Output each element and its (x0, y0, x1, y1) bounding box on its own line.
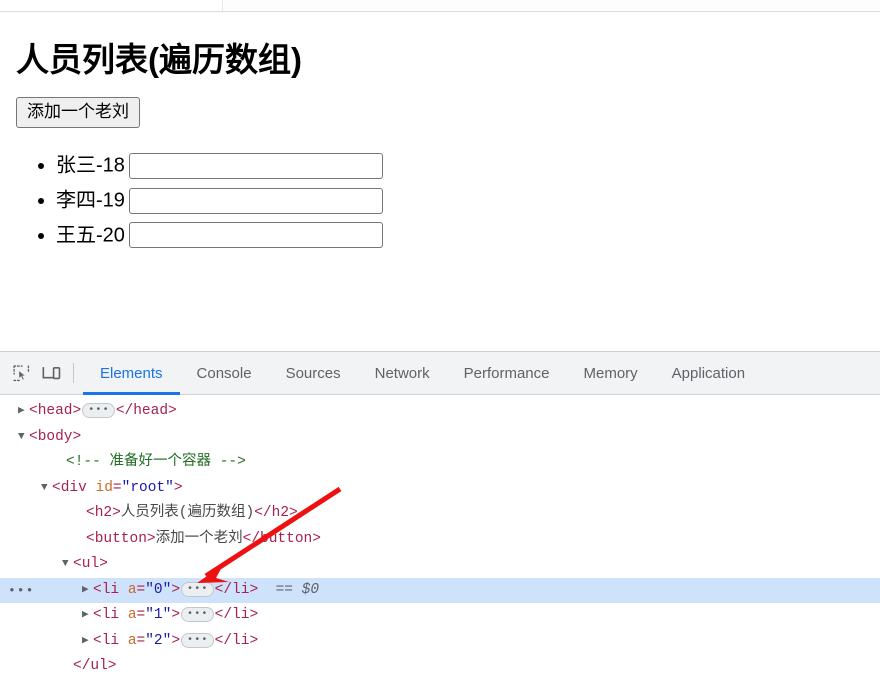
tab-memory[interactable]: Memory (567, 352, 655, 395)
dom-li-attr-value: "0" (145, 581, 172, 598)
dom-li-attr-value: "1" (145, 607, 172, 623)
dom-li-close: </li> (214, 581, 259, 598)
list-item: 张三-18 (56, 148, 872, 183)
dom-li-close: </li> (214, 607, 259, 623)
dom-body-open: <body> (29, 428, 82, 445)
dom-li-attr-name: a (127, 581, 137, 598)
dom-li-attr-name: a (127, 607, 137, 623)
dom-row-ul-open[interactable]: <ul> (0, 552, 880, 578)
tab-elements[interactable]: Elements (83, 352, 180, 395)
collapse-triangle-icon[interactable] (62, 552, 73, 578)
tab-console[interactable]: Console (180, 352, 269, 395)
tab-sources[interactable]: Sources (269, 352, 358, 395)
dom-row-li-0[interactable]: •••<li a="0">•••</li> == $0 (0, 577, 880, 604)
dom-li-attr-name: a (127, 632, 137, 649)
browser-tab-strip (222, 0, 880, 11)
dom-li-gt: > (171, 607, 181, 623)
collapsed-children-badge[interactable]: ••• (181, 581, 214, 597)
page-viewport: 人员列表(遍历数组) 添加一个老刘 张三-18 李四-19 王五-20 (0, 13, 880, 351)
list-item: 李四-19 (56, 183, 872, 218)
dom-button-open: <button> (86, 530, 156, 547)
expand-triangle-icon[interactable] (18, 399, 29, 425)
device-toolbar-glyph (42, 366, 60, 379)
inspect-element-icon[interactable] (6, 358, 36, 388)
list-item-label: 张三-18 (56, 155, 125, 178)
dom-row-head[interactable]: <head>•••</head> (0, 399, 880, 425)
tab-performance[interactable]: Performance (447, 352, 567, 395)
dom-row-h2[interactable]: <h2>人员列表(遍历数组)</h2> (0, 501, 880, 527)
dom-ul-open: <ul> (73, 556, 108, 572)
dom-button-text: 添加一个老刘 (155, 530, 243, 547)
list-item: 王五-20 (56, 218, 872, 253)
dom-comment: <!-- 准备好一个容器 --> (66, 454, 246, 470)
collapse-triangle-icon[interactable] (18, 425, 29, 451)
dom-div-attr-name: id (95, 479, 113, 496)
dom-h2-text: 人员列表(遍历数组) (120, 505, 255, 521)
selected-node-marker: == $0 (275, 581, 320, 598)
tab-network[interactable]: Network (358, 352, 447, 395)
dom-div-gt: > (173, 479, 183, 496)
collapse-triangle-icon[interactable] (41, 476, 52, 502)
toolbar-divider (73, 363, 74, 383)
devtools-toolbar: Elements Console Sources Network Perform… (0, 352, 880, 395)
expand-triangle-icon[interactable] (82, 603, 93, 629)
list-item-label: 王五-20 (56, 224, 125, 247)
collapsed-children-badge[interactable]: ••• (82, 403, 115, 418)
dom-row-div-root[interactable]: <div id="root"> (0, 476, 880, 502)
tab-application[interactable]: Application (655, 352, 762, 395)
devtools-tab-bar: Elements Console Sources Network Perform… (83, 352, 762, 395)
list-item-input[interactable] (128, 153, 383, 180)
dom-h2-close: </h2> (254, 505, 298, 521)
page-root-container: 人员列表(遍历数组) 添加一个老刘 张三-18 李四-19 王五-20 (0, 13, 880, 252)
dom-li-close: </li> (214, 632, 259, 649)
collapsed-children-badge[interactable]: ••• (181, 607, 214, 622)
row-overflow-dots[interactable]: ••• (8, 578, 34, 604)
dom-head-open: <head> (29, 403, 82, 419)
list-item-input[interactable] (128, 187, 383, 214)
collapsed-children-badge[interactable]: ••• (181, 632, 214, 648)
dom-row-button[interactable]: <button>添加一个老刘</button> (0, 527, 880, 553)
list-item-label: 李四-19 (56, 189, 125, 212)
dom-li-tag: <li (93, 581, 120, 598)
inspect-element-glyph (12, 364, 29, 381)
dom-ul-close: </ul> (73, 658, 117, 674)
dom-row-li-2[interactable]: <li a="2">•••</li> (0, 629, 880, 655)
page-title: 人员列表(遍历数组) (16, 41, 302, 78)
dom-row-body[interactable]: <body> (0, 425, 880, 451)
dom-li-attr-value: "2" (145, 632, 172, 649)
expand-triangle-icon[interactable] (82, 629, 93, 655)
dom-div-tag: <div (52, 479, 87, 496)
dom-li-tag: <li (93, 607, 120, 623)
devtools-panel: Elements Console Sources Network Perform… (0, 351, 880, 685)
browser-chrome-strip (0, 0, 880, 12)
dom-row-li-1[interactable]: <li a="1">•••</li> (0, 603, 880, 629)
list-item-input[interactable] (128, 222, 383, 249)
dom-h2-open: <h2> (86, 505, 121, 521)
expand-triangle-icon[interactable] (82, 578, 93, 604)
dom-li-gt: > (171, 632, 181, 649)
dom-li-tag: <li (93, 632, 120, 649)
add-person-button[interactable]: 添加一个老刘 (16, 96, 140, 129)
dom-row-ul-close[interactable]: </ul> (0, 654, 880, 680)
dom-tree: <head>•••</head> <body> <!-- 准备好一个容器 -->… (0, 395, 880, 680)
person-list: 张三-18 李四-19 王五-20 (8, 148, 872, 252)
dom-li-gt: > (171, 581, 181, 598)
dom-row-comment[interactable]: <!-- 准备好一个容器 --> (0, 450, 880, 476)
dom-div-attr-value: "root" (121, 479, 174, 496)
dom-button-close: </button> (242, 530, 321, 547)
device-toolbar-icon[interactable] (36, 358, 66, 388)
dom-head-close: </head> (115, 403, 177, 419)
